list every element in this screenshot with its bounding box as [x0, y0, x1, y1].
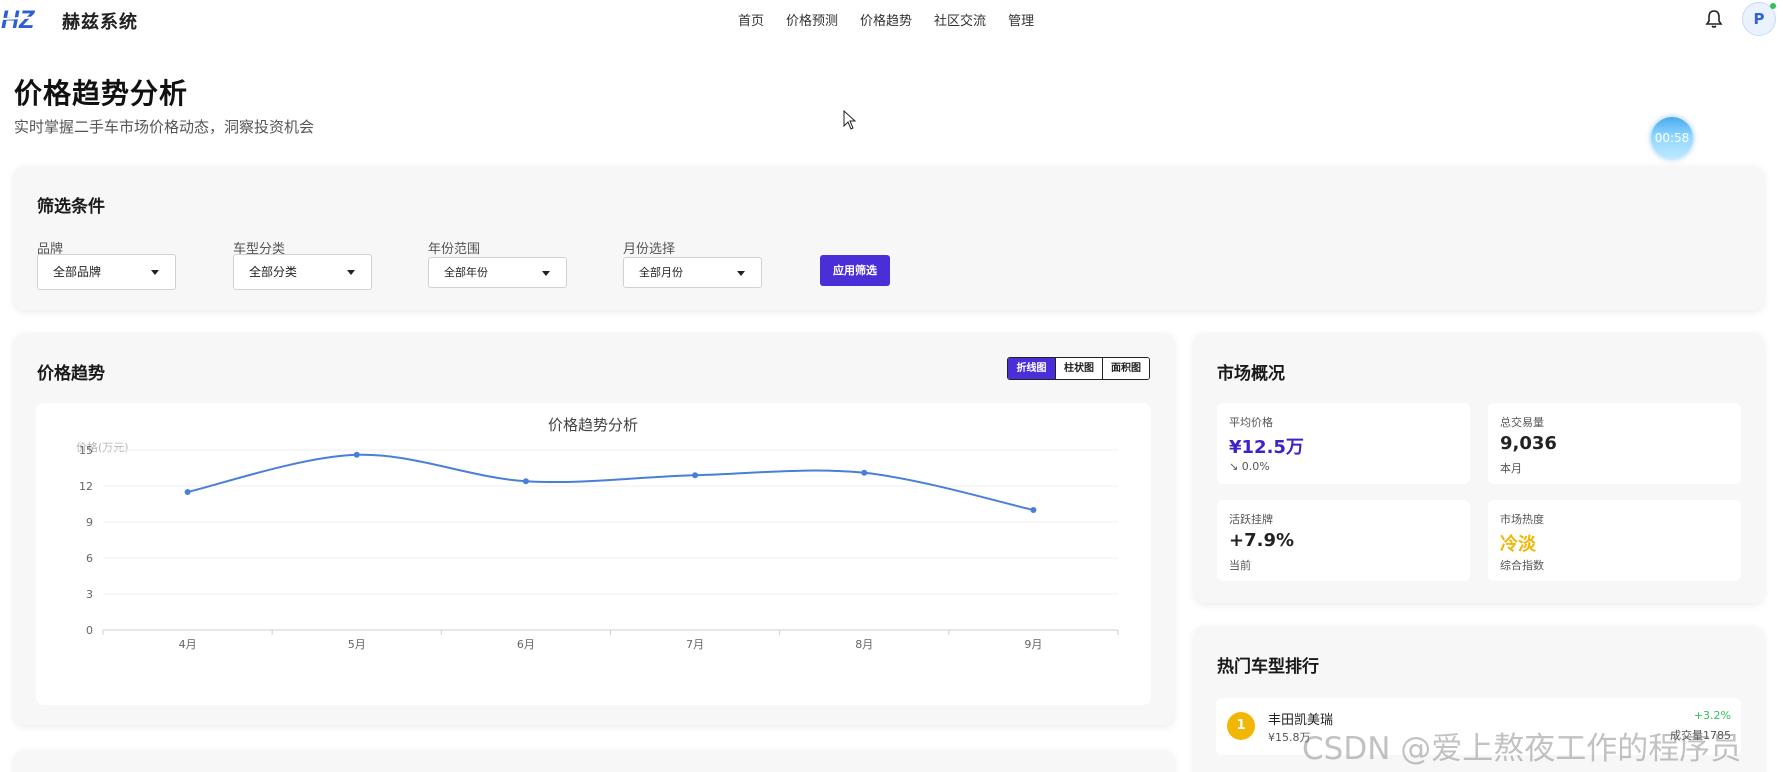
chart-container: 价格趋势分析 价格(万元) 0 3 6 9 12 15 4月 5月 6月 7月 8月 9月	[36, 403, 1151, 705]
y-tick-label: 0	[86, 624, 93, 637]
y-tick-label: 15	[79, 444, 93, 457]
ranking-title: 热门车型排行	[1217, 657, 1319, 677]
category-select[interactable]: 全部分类	[233, 254, 372, 290]
tab-bar-chart[interactable]: 柱状图	[1055, 358, 1102, 379]
stat-sub: 当前	[1229, 559, 1251, 572]
tab-line-chart[interactable]: 折线图	[1008, 358, 1055, 379]
apply-filter-button[interactable]: 应用筛选	[820, 255, 890, 286]
bottom-card	[14, 750, 1174, 772]
y-tick-label: 3	[86, 588, 93, 601]
chart-type-toggle: 折线图 柱状图 面积图	[1007, 357, 1150, 380]
x-tick-label: 6月	[517, 638, 535, 651]
filter-card: 筛选条件 品牌 全部品牌 车型分类 全部分类 年份范围 全部年份 月份选择 全部…	[14, 166, 1764, 310]
nav-item-price-trend[interactable]: 价格趋势	[860, 10, 912, 29]
nav-item-price-prediction[interactable]: 价格预测	[786, 10, 838, 29]
stat-sub: 本月	[1500, 462, 1522, 475]
price-trend-chart: 价格趋势分析价格(万元)036912154月 5月 6月 7月 8月 9月	[76, 416, 1119, 651]
page-title: 价格趋势分析	[14, 77, 189, 110]
stat-value: ¥12.5万	[1229, 437, 1304, 458]
market-overview-card: 市场概况 平均价格 ¥12.5万 ↘ 0.0% 总交易量 9,036 本月 活跃…	[1194, 333, 1764, 603]
stat-value: 9,036	[1500, 433, 1557, 454]
stat-label: 市场热度	[1500, 513, 1544, 526]
stat-sub: ↘ 0.0%	[1229, 460, 1270, 473]
data-point	[184, 489, 191, 495]
data-point	[522, 478, 529, 485]
stat-value: 冷淡	[1500, 534, 1536, 555]
brand-name[interactable]: 赫兹系统	[62, 8, 138, 34]
bell-icon[interactable]	[1705, 9, 1723, 29]
year-select[interactable]: 全部年份	[428, 257, 567, 288]
rank-badge: 1	[1227, 712, 1255, 740]
nav-item-home[interactable]: 首页	[738, 10, 764, 29]
x-tick-label: 8月	[855, 638, 873, 651]
brand-select[interactable]: 全部品牌	[37, 254, 176, 290]
page-subtitle: 实时掌握二手车市场价格动态，洞察投资机会	[14, 118, 315, 136]
online-status-dot	[1770, 3, 1776, 9]
series-line	[187, 453, 1034, 511]
top-navbar: HZ 赫兹系统 首页 价格预测 价格趋势 社区交流 管理 P	[0, 0, 1783, 38]
month-filter-label: 月份选择	[623, 242, 676, 257]
stat-label: 活跃挂牌	[1229, 513, 1273, 526]
svg-text:HZ: HZ	[1, 6, 36, 34]
nav-item-admin[interactable]: 管理	[1008, 10, 1034, 29]
stat-avg-price: 平均价格 ¥12.5万 ↘ 0.0%	[1217, 403, 1470, 484]
category-select-value: 全部分类	[249, 265, 298, 279]
trend-title: 价格趋势	[37, 364, 105, 384]
countdown-timer[interactable]: 00:58	[1651, 117, 1693, 159]
data-point	[692, 472, 699, 479]
x-tick-label: 5月	[348, 638, 366, 651]
month-select[interactable]: 全部月份	[623, 257, 762, 288]
stat-sub: 综合指数	[1500, 559, 1544, 572]
overview-title: 市场概况	[1217, 364, 1285, 384]
chevron-down-icon	[737, 271, 745, 276]
price-trend-card: 价格趋势 折线图 柱状图 面积图 价格趋势分析 价格(万元) 0 3 6 9 12 15 4月 5…	[14, 333, 1174, 725]
year-select-value: 全部年份	[444, 266, 488, 279]
brand-select-value: 全部品牌	[53, 265, 102, 279]
stat-market-heat: 市场热度 冷淡 综合指数	[1488, 500, 1741, 581]
main-nav: 首页 价格预测 价格趋势 社区交流 管理	[738, 10, 1034, 29]
x-tick-label: 7月	[686, 638, 704, 651]
year-filter-label: 年份范围	[428, 242, 481, 257]
stat-active-listings: 活跃挂牌 +7.9% 当前	[1217, 500, 1470, 581]
price-change: +3.2%	[1693, 709, 1731, 722]
y-tick-label: 12	[79, 480, 93, 493]
mouse-cursor-icon	[843, 110, 857, 130]
filter-title: 筛选条件	[37, 197, 105, 217]
hz-logo-icon[interactable]: HZ	[0, 4, 48, 34]
chevron-down-icon	[151, 270, 159, 275]
stat-total-volume: 总交易量 9,036 本月	[1488, 403, 1741, 484]
stat-label: 平均价格	[1229, 416, 1273, 429]
nav-item-community[interactable]: 社区交流	[934, 10, 986, 29]
stat-value: +7.9%	[1229, 530, 1295, 551]
csdn-watermark: CSDN @爱上熬夜工作的程序员	[1302, 731, 1742, 767]
stat-label: 总交易量	[1500, 416, 1544, 429]
y-tick-label: 9	[86, 516, 93, 529]
data-point	[861, 469, 868, 476]
x-tick-label: 9月	[1024, 638, 1042, 651]
data-point	[1030, 507, 1037, 513]
tab-area-chart[interactable]: 面积图	[1102, 358, 1149, 379]
month-select-value: 全部月份	[639, 266, 683, 279]
chevron-down-icon	[542, 271, 550, 276]
chevron-down-icon	[347, 270, 355, 275]
chart-title: 价格趋势分析	[548, 416, 638, 434]
x-tick-label: 4月	[179, 638, 197, 651]
data-point	[353, 451, 360, 458]
y-tick-label: 6	[86, 552, 93, 565]
